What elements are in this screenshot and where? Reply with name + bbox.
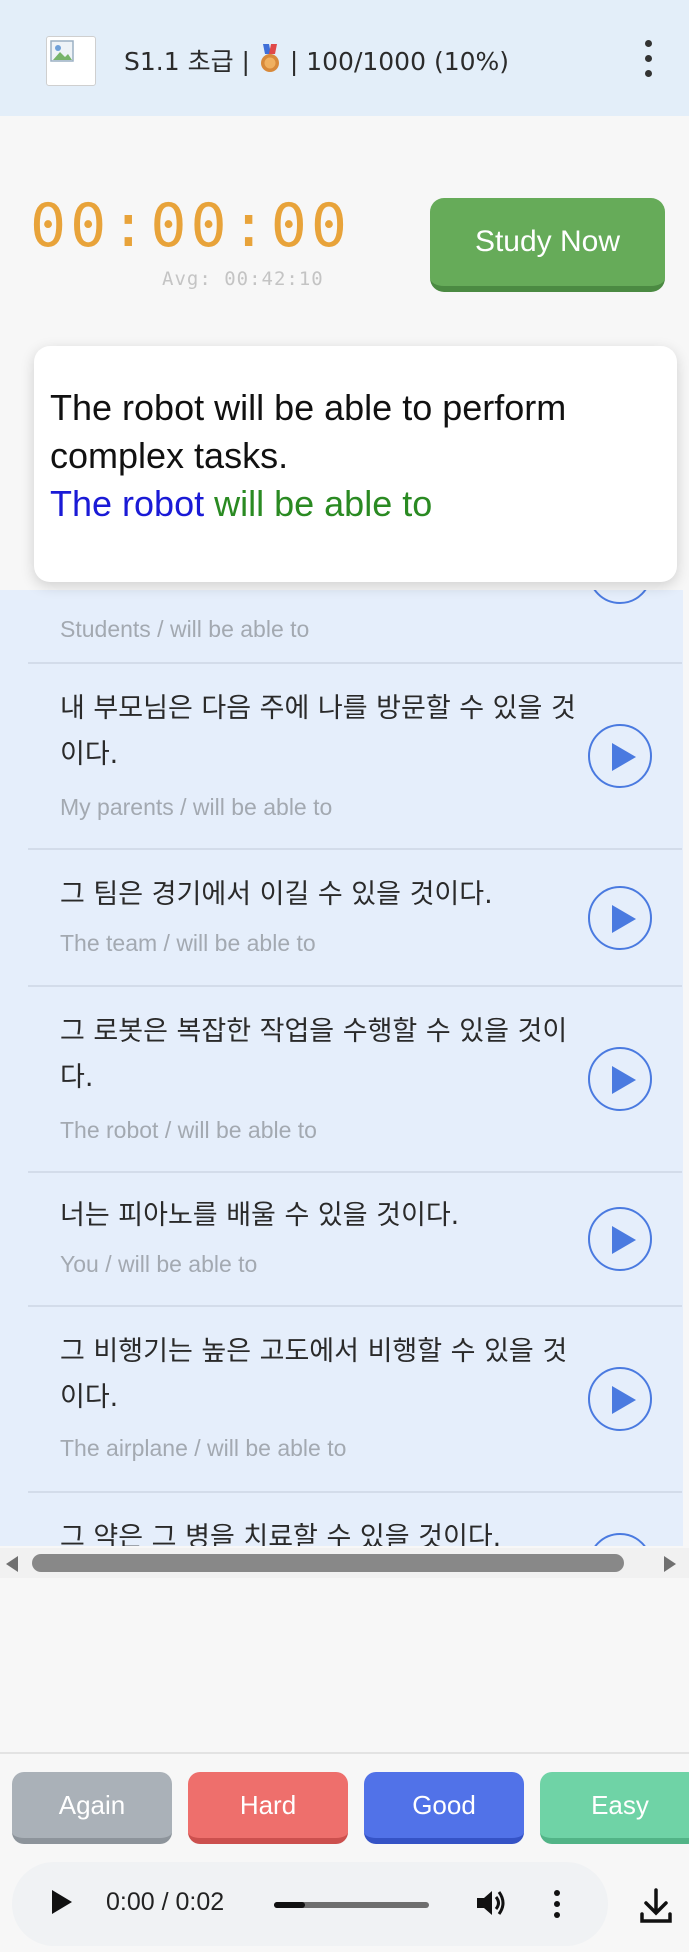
medal-icon	[258, 44, 282, 83]
popup-verb: will be able to	[214, 483, 433, 524]
play-icon[interactable]	[588, 1367, 652, 1431]
english-hint: The airplane / will be able to	[60, 1435, 347, 1461]
popup-chunks: The robot will be able to	[50, 480, 432, 528]
horizontal-scrollbar[interactable]	[0, 1548, 689, 1578]
deck-title-prefix: S1.1 초급 |	[124, 47, 250, 76]
sentence-popup-card: The robot will be able to perform comple…	[34, 346, 677, 582]
list-item[interactable]: 그 비행기는 높은 고도에서 비행할 수 있을 것이다. The airplan…	[28, 1307, 682, 1493]
list-item[interactable]: 그 약은 그 병을 치료할 수 있을 것이다.	[28, 1493, 682, 1546]
average-time: Avg: 00:42:10	[162, 268, 324, 290]
english-hint: You / will be able to	[60, 1251, 258, 1277]
volume-icon[interactable]	[474, 1886, 508, 1925]
list-item[interactable]: 학생들은 ... Students / will be able to	[28, 590, 682, 664]
broken-image-icon	[46, 36, 96, 86]
play-icon[interactable]	[588, 590, 652, 604]
deck-progress: | 100/1000 (10%)	[289, 47, 510, 76]
list-item[interactable]: 너는 피아노를 배울 수 있을 것이다. You / will be able …	[28, 1173, 682, 1307]
korean-sentence: 그 약은 그 병을 치료할 수 있을 것이다.	[60, 1522, 502, 1546]
audio-progress-track[interactable]	[274, 1902, 429, 1908]
study-now-button[interactable]: Study Now	[430, 198, 665, 292]
list-item[interactable]: 그 팀은 경기에서 이길 수 있을 것이다. The team / will b…	[28, 850, 682, 987]
english-hint: My parents / will be able to	[60, 794, 333, 820]
korean-sentence: 학생들은 ...	[60, 590, 590, 600]
list-item[interactable]: 그 로봇은 복잡한 작업을 수행할 수 있을 것이다. The robot / …	[28, 987, 682, 1173]
english-hint: Students / will be able to	[60, 616, 310, 642]
scroll-left-icon[interactable]	[6, 1556, 18, 1572]
audio-player: 0:00 / 0:02	[12, 1862, 608, 1946]
play-icon[interactable]	[588, 1207, 652, 1271]
study-timer: 00:00:00	[30, 191, 351, 261]
audio-play-icon[interactable]	[52, 1890, 72, 1914]
play-icon[interactable]	[588, 1533, 652, 1546]
english-hint: The robot / will be able to	[60, 1117, 317, 1143]
deck-title: S1.1 초급 | | 100/1000 (10%)	[124, 44, 509, 83]
korean-sentence: 내 부모님은 다음 주에 나를 방문할 수 있을 것이다.	[60, 693, 576, 770]
play-icon[interactable]	[588, 724, 652, 788]
play-icon[interactable]	[588, 1047, 652, 1111]
audio-time: 0:00 / 0:02	[106, 1888, 225, 1916]
korean-sentence: 그 팀은 경기에서 이길 수 있을 것이다.	[60, 879, 493, 910]
again-button[interactable]: Again	[12, 1772, 172, 1844]
scroll-right-icon[interactable]	[664, 1556, 676, 1572]
hard-button[interactable]: Hard	[188, 1772, 348, 1844]
audio-more-icon[interactable]	[552, 1890, 562, 1920]
korean-sentence: 그 로봇은 복잡한 작업을 수행할 수 있을 것이다.	[60, 1016, 568, 1093]
app-header: S1.1 초급 | | 100/1000 (10%)	[0, 0, 689, 116]
scrollbar-thumb[interactable]	[32, 1554, 624, 1572]
popup-sentence: The robot will be able to perform comple…	[50, 387, 567, 476]
sentence-list[interactable]: 학생들은 ... Students / will be able to 내 부모…	[0, 590, 683, 1546]
english-hint: The team / will be able to	[60, 930, 316, 956]
list-item[interactable]: 내 부모님은 다음 주에 나를 방문할 수 있을 것이다. My parents…	[28, 664, 682, 850]
popup-subject: The robot	[50, 483, 205, 524]
audio-progress-fill	[274, 1902, 305, 1908]
play-icon[interactable]	[588, 886, 652, 950]
easy-button[interactable]: Easy	[540, 1772, 689, 1844]
more-vertical-icon[interactable]	[630, 36, 666, 82]
good-button[interactable]: Good	[364, 1772, 524, 1844]
korean-sentence: 너는 피아노를 배울 수 있을 것이다.	[60, 1200, 460, 1231]
download-icon[interactable]	[638, 1886, 674, 1931]
divider	[0, 1752, 689, 1754]
korean-sentence: 그 비행기는 높은 고도에서 비행할 수 있을 것이다.	[60, 1336, 568, 1413]
